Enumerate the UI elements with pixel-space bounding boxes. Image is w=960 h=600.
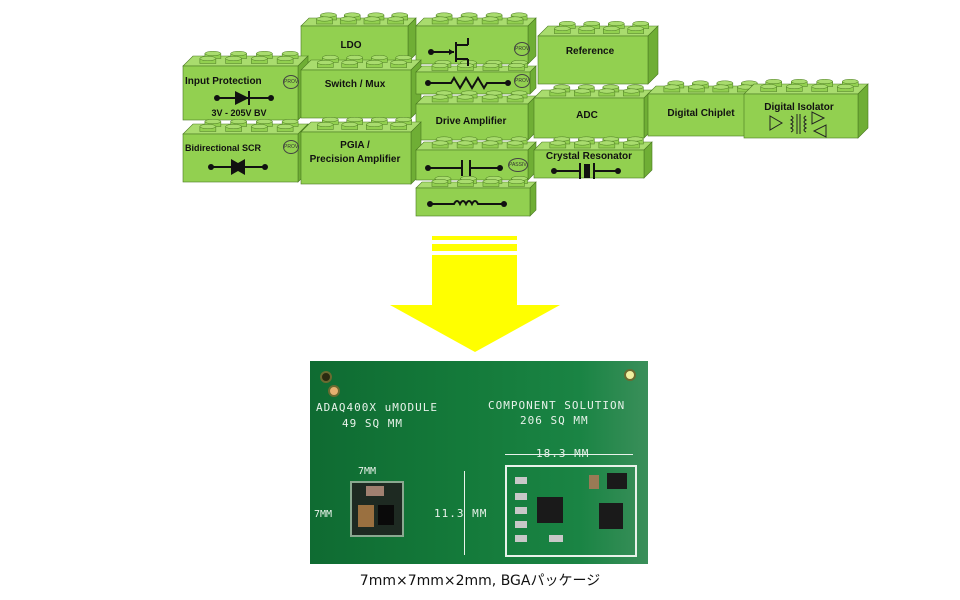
lego-brick-body (300, 12, 417, 63)
proven-logo-icon: PROVEN (514, 74, 530, 88)
proven-logo-icon: PROVEN (283, 140, 299, 154)
brick-label: Input Protection (185, 76, 262, 87)
brick-digital-isolator: Digital Isolator (743, 79, 869, 139)
module-height-label: 7MM (314, 509, 333, 520)
mounting-hole (624, 369, 636, 381)
brick-label-line1: PGIA / (340, 140, 370, 151)
brick-label: Drive Amplifier (435, 116, 507, 127)
brick-drive-amplifier: Drive Amplifier (415, 90, 537, 141)
dimension-line (464, 471, 465, 555)
package-caption: 7mm×7mm×2mm, BGAパッケージ (359, 573, 601, 589)
brick-ldo: LDO (300, 12, 417, 63)
pcb-board-photo: ADAQ400X uMODULE 49 SQ MM COMPONENT SOLU… (310, 361, 648, 564)
right-title-line1: COMPONENT SOLUTION (488, 399, 626, 412)
solution-outline (505, 465, 637, 557)
brick-sublabel: 3V - 205V BV (211, 108, 267, 118)
brick-label: Reference (565, 46, 615, 57)
brick-switch-mux: Switch / Mux (300, 55, 422, 119)
brick-jfet: PROVEN (415, 12, 537, 66)
brick-label: Digital Chiplet (667, 108, 735, 119)
left-title-line2: 49 SQ MM (342, 417, 403, 430)
brick-label: Switch / Mux (324, 79, 386, 90)
brick-label: Crystal Resonator (545, 151, 633, 162)
down-arrow-icon (390, 236, 560, 352)
brick-crystal-resonator: Crystal Resonator (533, 136, 653, 179)
brick-capacitor: PASSIVES (415, 136, 537, 181)
mounting-hole (328, 385, 340, 397)
proven-logo-icon: PROVEN (514, 42, 530, 56)
brick-reference: Reference (537, 21, 659, 85)
inductor-symbol-icon (427, 200, 507, 207)
right-title-line2: 206 SQ MM (520, 414, 589, 427)
solution-height-label: 11.3 MM (434, 507, 488, 520)
proven-logo-icon: PROVEN (283, 75, 299, 89)
module-chip (350, 481, 404, 537)
brick-label: Digital Isolator (764, 102, 834, 113)
passives-logo-icon: PASSIVES (508, 158, 528, 172)
brick-adc: ADC (533, 84, 653, 139)
brick-pgia: PGIA / Precision Amplifier (300, 117, 422, 185)
brick-label-line2: Precision Amplifier (309, 154, 401, 165)
brick-inductor (415, 176, 537, 217)
brick-label: ADC (576, 110, 598, 121)
left-title-line1: ADAQ400X uMODULE (316, 401, 438, 414)
module-width-label: 7MM (358, 466, 377, 477)
brick-bidirectional-scr: Bidirectional SCR PROVEN (182, 119, 309, 183)
mounting-hole (320, 371, 332, 383)
dimension-line (505, 454, 633, 455)
brick-label: LDO (340, 40, 362, 51)
jfet-symbol-icon (428, 38, 469, 66)
brick-label: Bidirectional SCR (185, 143, 262, 153)
brick-resistor: PROVEN (415, 60, 537, 95)
brick-input-protection: Input Protection PROVEN 3V - 205V BV (182, 51, 309, 121)
